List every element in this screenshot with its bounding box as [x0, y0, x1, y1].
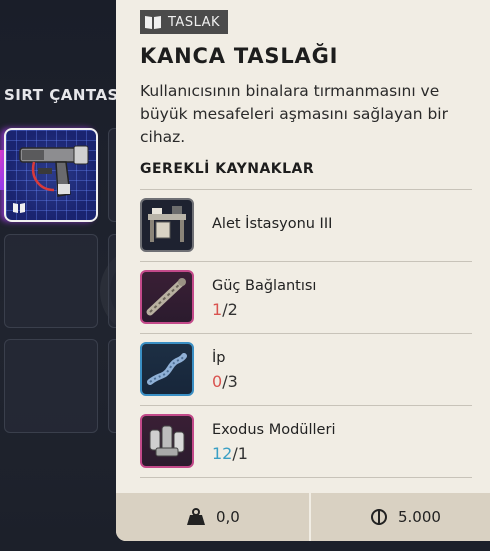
requirement-have: 0: [212, 372, 223, 391]
footer-divider: [309, 493, 311, 541]
requirement-row: Alet İstasyonu III: [140, 189, 472, 261]
item-title: KANCA TASLAĞI: [140, 44, 339, 68]
requirement-need: /2: [222, 300, 238, 319]
requirement-name: Güç Bağlantısı: [212, 278, 317, 294]
item-tooltip: TASLAK KANCA TASLAĞI Kullanıcısının bina…: [116, 0, 490, 541]
inventory-slot-selected[interactable]: [4, 128, 98, 222]
workbench-icon: [140, 198, 194, 252]
item-type-label: TASLAK: [168, 14, 221, 30]
rope-icon: [140, 342, 194, 396]
weight-icon: [187, 508, 205, 525]
coin-icon: [371, 509, 387, 525]
price-stat: 5.000: [370, 493, 441, 541]
requirement-quantity: 0/3: [212, 372, 238, 391]
grapple-gun-icon: [19, 145, 89, 197]
weight-value: 0,0: [216, 508, 240, 526]
power-cable-icon: [140, 270, 194, 324]
requirement-row: İp 0/3: [140, 333, 472, 405]
exodus-modules-icon: [140, 414, 194, 468]
item-description: Kullanıcısının binalara tırmanmasını ve …: [140, 82, 448, 146]
requirement-have: 12: [212, 444, 233, 463]
price-value: 5.000: [398, 508, 441, 526]
weight-stat: 0,0: [186, 493, 240, 541]
blueprint-book-icon: [145, 16, 161, 29]
item-type-tag: TASLAK: [140, 10, 229, 34]
requirement-need: /3: [222, 372, 238, 391]
requirement-row: Güç Bağlantısı 1/2: [140, 261, 472, 333]
item-footer: 0,0 5.000: [116, 493, 490, 541]
requirement-quantity: 1/2: [212, 300, 238, 319]
inventory-title: SIRT ÇANTASI: [4, 86, 125, 104]
requirement-row: Exodus Modülleri 12/1: [140, 405, 472, 478]
blueprint-book-icon: [13, 203, 25, 213]
inventory-slot[interactable]: [4, 234, 98, 328]
inventory-slot[interactable]: [4, 339, 98, 433]
requirement-name: Alet İstasyonu III: [212, 216, 333, 232]
requirement-quantity: 12/1: [212, 444, 248, 463]
requirements-heading: GEREKLİ KAYNAKLAR: [140, 161, 315, 177]
requirements-list: Alet İstasyonu III Güç Bağlantısı 1/2 İp…: [140, 189, 472, 478]
requirement-name: İp: [212, 350, 226, 366]
requirement-need: /1: [232, 444, 248, 463]
requirement-have: 1: [212, 300, 223, 319]
requirement-name: Exodus Modülleri: [212, 422, 336, 438]
